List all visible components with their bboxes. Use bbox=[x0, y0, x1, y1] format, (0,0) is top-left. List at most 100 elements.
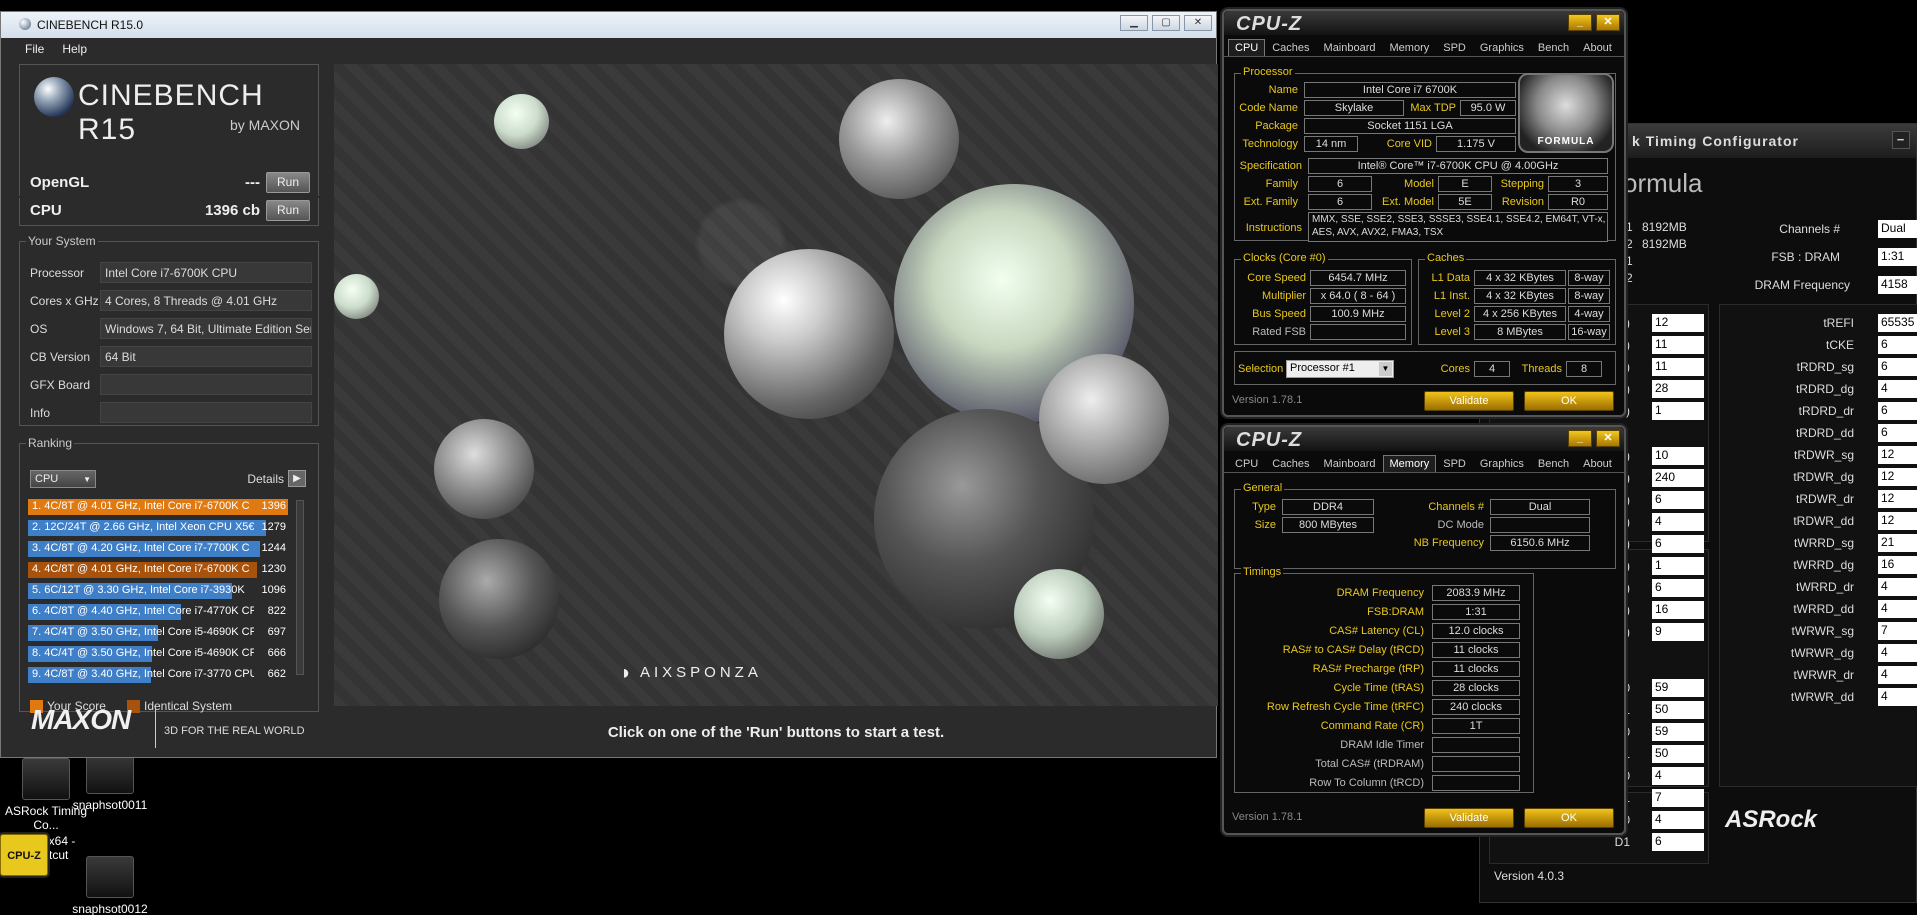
timing-input[interactable]: 4 bbox=[1652, 513, 1704, 531]
opengl-run-button[interactable]: Run bbox=[266, 172, 310, 193]
menu-file[interactable]: File bbox=[25, 42, 44, 60]
timing-input[interactable]: 7 bbox=[1652, 789, 1704, 807]
details-arrow-icon[interactable]: ▶ bbox=[288, 470, 306, 487]
timing-input[interactable]: 28 bbox=[1652, 380, 1704, 398]
ok-button[interactable]: OK bbox=[1524, 391, 1614, 411]
tab-about[interactable]: About bbox=[1576, 39, 1619, 56]
timing-input[interactable]: 4 bbox=[1878, 688, 1917, 706]
timing-input[interactable]: 50 bbox=[1652, 701, 1704, 719]
cache-way: 16-way bbox=[1568, 324, 1610, 340]
desktop-icon-label: snaphsot0011 bbox=[72, 798, 148, 812]
tab-memory[interactable]: Memory bbox=[1383, 39, 1437, 56]
timing-input[interactable]: 6 bbox=[1652, 579, 1704, 597]
timing-input[interactable]: 9 bbox=[1652, 623, 1704, 641]
timing-input[interactable]: 6 bbox=[1652, 833, 1704, 851]
dram-frequency-value[interactable]: 4158 bbox=[1878, 276, 1917, 294]
ranking-row[interactable]: 4. 4C/8T @ 4.01 GHz, Intel Core i7-6700K… bbox=[28, 561, 288, 579]
maximize-button[interactable]: ▢ bbox=[1152, 15, 1180, 31]
ranking-text: 8. 4C/4T @ 3.50 GHz, Intel Core i5-4690K… bbox=[32, 647, 254, 659]
timing-input[interactable]: 21 bbox=[1878, 534, 1917, 552]
timing-input[interactable]: 6 bbox=[1878, 358, 1917, 376]
timing-input[interactable]: 4 bbox=[1652, 811, 1704, 829]
tab-spd[interactable]: SPD bbox=[1436, 39, 1473, 56]
timing-input[interactable]: 7 bbox=[1878, 622, 1917, 640]
timing-input[interactable]: 1 bbox=[1652, 402, 1704, 420]
timing-input[interactable]: 6 bbox=[1652, 535, 1704, 553]
tab-caches[interactable]: Caches bbox=[1265, 39, 1316, 56]
timing-input[interactable]: 65535 bbox=[1878, 314, 1917, 332]
tab-cpu[interactable]: CPU bbox=[1228, 455, 1265, 472]
timing-input[interactable]: 1 bbox=[1652, 557, 1704, 575]
ok-button[interactable]: OK bbox=[1524, 808, 1614, 828]
asrock-logo: ASRock bbox=[1725, 806, 1818, 833]
ranking-row[interactable]: 2. 12C/24T @ 2.66 GHz, Intel Xeon CPU X5… bbox=[28, 519, 288, 537]
timing-input[interactable]: 12 bbox=[1878, 490, 1917, 508]
timing-input[interactable]: 12 bbox=[1878, 446, 1917, 464]
ranking-row[interactable]: 3. 4C/8T @ 4.20 GHz, Intel Core i7-7700K… bbox=[28, 540, 288, 558]
timing-input[interactable]: 11 bbox=[1652, 358, 1704, 376]
tab-bench[interactable]: Bench bbox=[1531, 39, 1576, 56]
menu-help[interactable]: Help bbox=[62, 42, 87, 60]
processor-select[interactable]: Processor #1 ▼ bbox=[1286, 360, 1394, 378]
timing-input[interactable]: 16 bbox=[1652, 601, 1704, 619]
timing-input[interactable]: 12 bbox=[1652, 314, 1704, 332]
timing-input[interactable]: 4 bbox=[1652, 767, 1704, 785]
timing-input[interactable]: 10 bbox=[1652, 447, 1704, 465]
validate-button[interactable]: Validate bbox=[1424, 808, 1514, 828]
timing-input[interactable]: 6 bbox=[1878, 336, 1917, 354]
timing-input[interactable]: 6 bbox=[1878, 424, 1917, 442]
minimize-button[interactable]: ▁ bbox=[1120, 15, 1148, 31]
ranking-select[interactable]: CPU ▼ bbox=[30, 470, 96, 488]
ranking-scrollbar[interactable] bbox=[296, 500, 304, 675]
ranking-row[interactable]: 7. 4C/4T @ 3.50 GHz, Intel Core i5-4690K… bbox=[28, 624, 288, 642]
tab-graphics[interactable]: Graphics bbox=[1473, 39, 1531, 56]
timing-input[interactable]: 59 bbox=[1652, 679, 1704, 697]
close-button[interactable]: ✕ bbox=[1184, 15, 1212, 31]
cpuz-minimize-button[interactable]: _ bbox=[1568, 430, 1592, 447]
cinebench-logo-text: CINEBENCH R15 bbox=[78, 79, 264, 146]
timing-input[interactable]: 6 bbox=[1652, 491, 1704, 509]
timing-input[interactable]: 50 bbox=[1652, 745, 1704, 763]
tab-memory[interactable]: Memory bbox=[1382, 455, 1437, 472]
channels-value[interactable]: Dual bbox=[1878, 220, 1917, 238]
timing-input[interactable]: 240 bbox=[1652, 469, 1704, 487]
tab-mainboard[interactable]: Mainboard bbox=[1317, 455, 1383, 472]
desktop-icon-snapshot-0011[interactable]: snaphsot0011 bbox=[64, 752, 156, 812]
tab-mainboard[interactable]: Mainboard bbox=[1317, 39, 1383, 56]
cores-value: 4 bbox=[1474, 361, 1510, 377]
corevid-value: 1.175 V bbox=[1436, 136, 1516, 152]
validate-button[interactable]: Validate bbox=[1424, 391, 1514, 411]
timing-input[interactable]: 4 bbox=[1878, 600, 1917, 618]
timing-input[interactable]: 16 bbox=[1878, 556, 1917, 574]
timing-input[interactable]: 4 bbox=[1878, 666, 1917, 684]
cpu-run-button[interactable]: Run bbox=[266, 200, 310, 221]
ranking-row[interactable]: 5. 6C/12T @ 3.30 GHz, Intel Core i7-3930… bbox=[28, 582, 288, 600]
tab-caches[interactable]: Caches bbox=[1265, 455, 1316, 472]
timing-input[interactable]: 12 bbox=[1878, 468, 1917, 486]
asrock-title-prefix: k bbox=[1632, 133, 1641, 149]
cpuz-minimize-button[interactable]: _ bbox=[1568, 14, 1592, 31]
tab-graphics[interactable]: Graphics bbox=[1473, 455, 1531, 472]
ranking-row[interactable]: 6. 4C/8T @ 4.40 GHz, Intel Core i7-4770K… bbox=[28, 603, 288, 621]
timing-input[interactable]: 11 bbox=[1652, 336, 1704, 354]
cpuz-close-button[interactable]: ✕ bbox=[1596, 14, 1620, 31]
timing-input[interactable]: 4 bbox=[1878, 380, 1917, 398]
timing-input[interactable]: 59 bbox=[1652, 723, 1704, 741]
timing-input[interactable]: 4 bbox=[1878, 644, 1917, 662]
timing-input[interactable]: 4 bbox=[1878, 578, 1917, 596]
tab-cpu[interactable]: CPU bbox=[1228, 39, 1266, 56]
ranking-row[interactable]: 9. 4C/8T @ 3.40 GHz, Intel Core i7-3770 … bbox=[28, 666, 288, 684]
ranking-row[interactable]: 8. 4C/4T @ 3.50 GHz, Intel Core i5-4690K… bbox=[28, 645, 288, 663]
ranking-row[interactable]: 1. 4C/8T @ 4.01 GHz, Intel Core i7-6700K… bbox=[28, 498, 288, 516]
details-label[interactable]: Details bbox=[247, 472, 284, 486]
cpuz-version: Version 1.78.1 bbox=[1232, 394, 1303, 406]
timing-input[interactable]: 12 bbox=[1878, 512, 1917, 530]
asrock-minimize-button[interactable]: − bbox=[1892, 131, 1910, 149]
tab-bench[interactable]: Bench bbox=[1531, 455, 1576, 472]
tab-spd[interactable]: SPD bbox=[1436, 455, 1473, 472]
cpuz-close-button[interactable]: ✕ bbox=[1596, 430, 1620, 447]
tab-about[interactable]: About bbox=[1576, 455, 1619, 472]
desktop-icon-snapshot-0012[interactable]: snaphsot0012 bbox=[64, 856, 156, 915]
timing-input[interactable]: 6 bbox=[1878, 402, 1917, 420]
fsb-dram-value[interactable]: 1:31 bbox=[1878, 248, 1917, 266]
